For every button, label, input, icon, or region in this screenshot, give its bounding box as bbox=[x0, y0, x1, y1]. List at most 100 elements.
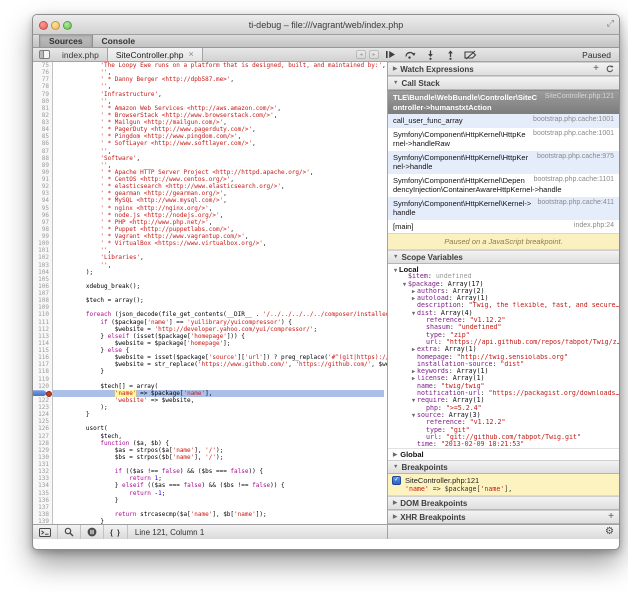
line-number-gutter[interactable]: 128 bbox=[33, 440, 53, 447]
line-number-gutter[interactable]: 107 bbox=[33, 290, 53, 297]
chevron-closed-icon[interactable]: ▶ bbox=[410, 376, 417, 382]
breakpoints-header[interactable]: ▼ Breakpoints bbox=[388, 460, 619, 474]
code-text[interactable]: $tech = array(); bbox=[53, 297, 144, 304]
line-number-gutter[interactable]: 113 bbox=[33, 333, 53, 340]
line-number-gutter[interactable]: 92 bbox=[33, 183, 53, 190]
tab-overflow-back-icon[interactable]: ◂ bbox=[356, 50, 366, 59]
line-number-gutter[interactable]: 136 bbox=[33, 497, 53, 504]
code-text[interactable]: ' * CentOS <http://www.centos.org/>', bbox=[53, 176, 234, 183]
code-text[interactable]: '', bbox=[53, 148, 111, 155]
breakpoints-toggle-icon[interactable] bbox=[81, 525, 104, 539]
line-number-gutter[interactable]: 87 bbox=[33, 148, 53, 155]
line-number-gutter[interactable]: 137 bbox=[33, 504, 53, 511]
scope-variable-row[interactable]: url: "https://api.github.com/repos/fabpo… bbox=[388, 339, 619, 346]
disable-breakpoints-button[interactable] bbox=[462, 49, 478, 60]
line-number-gutter[interactable]: 122 bbox=[33, 397, 53, 404]
line-number-gutter[interactable]: 101 bbox=[33, 247, 53, 254]
line-number-gutter[interactable]: 119 bbox=[33, 376, 53, 383]
line-number-gutter[interactable]: 127 bbox=[33, 433, 53, 440]
line-number-gutter[interactable]: 129 bbox=[33, 447, 53, 454]
code-text[interactable]: 'website' => $website, bbox=[53, 397, 194, 404]
code-text[interactable] bbox=[53, 418, 57, 425]
line-number-gutter[interactable]: 88 bbox=[33, 155, 53, 162]
code-text[interactable]: ); bbox=[53, 404, 108, 411]
line-number-gutter[interactable]: 115 bbox=[33, 347, 53, 354]
code-text[interactable]: 'Infrastructure', bbox=[53, 91, 162, 98]
code-text[interactable]: $as = strpos($a['name'], '/'); bbox=[53, 447, 223, 454]
line-number-gutter[interactable]: 110 bbox=[33, 311, 53, 318]
line-number-gutter[interactable]: 134 bbox=[33, 482, 53, 489]
line-number-gutter[interactable]: 130 bbox=[33, 454, 53, 461]
scope-variable-row[interactable]: homepage: "http://twig.sensiolabs.org" bbox=[388, 354, 619, 361]
call-stack-frame[interactable]: SiteController.php:121TLE\Bundle\WebBund… bbox=[388, 90, 619, 114]
line-number-gutter[interactable]: 85 bbox=[33, 133, 53, 140]
settings-gear-icon[interactable]: ⚙ bbox=[605, 527, 614, 537]
step-over-button[interactable] bbox=[402, 49, 418, 60]
tab-index-php[interactable]: index.php bbox=[54, 48, 107, 61]
scope-variable-row[interactable]: $item: undefined bbox=[388, 273, 619, 280]
line-number-gutter[interactable]: 109 bbox=[33, 304, 53, 311]
line-number-gutter[interactable]: 93 bbox=[33, 190, 53, 197]
scope-variable-row[interactable]: time: "2013-02-09 18:21:53" bbox=[388, 441, 619, 448]
code-text[interactable]: } else { bbox=[53, 347, 129, 354]
chevron-closed-icon[interactable]: ▶ bbox=[410, 347, 417, 353]
code-text[interactable]: function ($a, $b) { bbox=[53, 440, 169, 447]
line-number-gutter[interactable]: 116 bbox=[33, 354, 53, 361]
line-number-gutter[interactable]: 78 bbox=[33, 83, 53, 90]
resume-button[interactable] bbox=[382, 49, 398, 60]
navigator-toggle-icon[interactable] bbox=[33, 48, 54, 61]
code-text[interactable] bbox=[53, 461, 57, 468]
code-text[interactable] bbox=[53, 304, 57, 311]
breakpoint-item[interactable]: ✓SiteController.php:121'name' => $packag… bbox=[388, 474, 619, 496]
scope-variable-row[interactable]: installation-source: "dist" bbox=[388, 361, 619, 368]
code-text[interactable]: ' * BrowserStack <http://www.browserstac… bbox=[53, 112, 277, 119]
call-stack-frame[interactable]: bootstrap.php.cache:975Symfony\Component… bbox=[388, 151, 619, 174]
code-text[interactable] bbox=[53, 376, 57, 383]
code-text[interactable]: $tech[] = array( bbox=[53, 383, 158, 390]
code-text[interactable]: $website = 'http://developer.yahoo.com/y… bbox=[53, 326, 317, 333]
line-number-gutter[interactable]: 95 bbox=[33, 205, 53, 212]
code-text[interactable]: 'Software', bbox=[53, 155, 140, 162]
line-number-gutter[interactable]: 138 bbox=[33, 511, 53, 518]
call-stack-header[interactable]: ▼ Call Stack bbox=[388, 76, 619, 90]
line-number-gutter[interactable]: 106 bbox=[33, 283, 53, 290]
scope-variable-row[interactable]: type: "zip" bbox=[388, 332, 619, 339]
code-text[interactable]: if ($package['name'] == 'yuilibrary/yuic… bbox=[53, 319, 292, 326]
code-text[interactable]: } bbox=[53, 411, 90, 418]
show-console-icon[interactable] bbox=[33, 525, 58, 539]
call-stack-frame[interactable]: bootstrap.php.cache:1101Symfony\Componen… bbox=[388, 174, 619, 197]
pretty-print-button[interactable]: { } bbox=[104, 525, 128, 539]
code-text[interactable]: } bbox=[53, 368, 104, 375]
line-number-gutter[interactable]: 77 bbox=[33, 76, 53, 83]
code-text[interactable]: ' * PHP <http://www.php.net/>', bbox=[53, 219, 212, 226]
line-number-gutter[interactable]: 80 bbox=[33, 98, 53, 105]
line-number-gutter[interactable]: 131 bbox=[33, 461, 53, 468]
line-number-gutter[interactable]: 133 bbox=[33, 475, 53, 482]
code-text[interactable]: xdebug_break(); bbox=[53, 283, 140, 290]
code-text[interactable]: '', bbox=[53, 162, 111, 169]
scope-variable-row[interactable]: ▶autoload: Array(1) bbox=[388, 295, 619, 302]
line-number-gutter[interactable]: 108 bbox=[33, 297, 53, 304]
close-tab-icon[interactable]: × bbox=[188, 50, 193, 59]
scope-global-row[interactable]: ▶ Global bbox=[388, 448, 619, 460]
chevron-open-icon[interactable]: ▼ bbox=[392, 268, 399, 273]
line-number-gutter[interactable]: 100 bbox=[33, 240, 53, 247]
scope-variable-row[interactable]: reference: "v1.12.2" bbox=[388, 317, 619, 324]
code-text[interactable]: } bbox=[53, 497, 118, 504]
scope-variable-row[interactable]: ▶authors: Array(2) bbox=[388, 288, 619, 295]
code-text[interactable]: '', bbox=[53, 69, 111, 76]
line-number-gutter[interactable]: 91 bbox=[33, 176, 53, 183]
code-text[interactable]: '', bbox=[53, 98, 111, 105]
line-number-gutter[interactable]: 90 bbox=[33, 169, 53, 176]
line-number-gutter[interactable]: 121 bbox=[33, 390, 53, 397]
line-number-gutter[interactable]: 126 bbox=[33, 425, 53, 432]
scope-variable-row[interactable]: ▼$package: Array(17) bbox=[388, 281, 619, 288]
code-text[interactable]: $website = str_replace('https://www.gith… bbox=[53, 361, 387, 368]
code-text[interactable] bbox=[53, 290, 57, 297]
code-text[interactable]: ); bbox=[53, 269, 93, 276]
chevron-open-icon[interactable]: ▼ bbox=[410, 413, 417, 419]
scope-variable-row[interactable]: type: "git" bbox=[388, 427, 619, 434]
code-text[interactable]: '', bbox=[53, 83, 111, 90]
code-text[interactable]: $website = $package['homepage']; bbox=[53, 340, 230, 347]
search-icon[interactable] bbox=[58, 525, 81, 539]
